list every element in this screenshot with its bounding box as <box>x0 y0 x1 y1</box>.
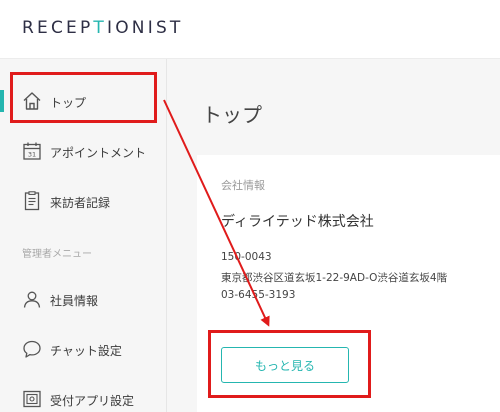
phone-number: 03-6455-3193 <box>221 289 296 301</box>
company-name: ディライテッド株式会社 <box>221 214 374 230</box>
postal-code: 150-0043 <box>221 251 272 263</box>
sidebar-item-label: 社員情報 <box>50 294 99 308</box>
svg-text:31: 31 <box>28 151 36 159</box>
chat-bubble-icon <box>23 340 41 358</box>
sidebar-item-appointment[interactable]: 31 アポイントメント <box>0 137 166 167</box>
sidebar-item-reception-app-settings[interactable]: 受付アプリ設定 <box>0 385 166 412</box>
admin-menu-section-label: 管理者メニュー <box>22 249 92 260</box>
sidebar-item-visitor-log[interactable]: 来訪者記録 <box>0 187 166 217</box>
logo-text-accent: T <box>93 18 108 38</box>
sidebar-item-top[interactable]: トップ <box>0 87 166 117</box>
company-info-card: 会社情報 ディライテッド株式会社 150-0043 東京都渋谷区道玄坂1-22-… <box>197 155 500 412</box>
logo-text-part3: IONIST <box>107 18 184 38</box>
sidebar-item-label: 受付アプリ設定 <box>50 394 135 408</box>
sidebar-item-chat-settings[interactable]: チャット設定 <box>0 335 166 365</box>
logo-text-part1: RECEP <box>22 18 94 38</box>
sidebar-item-label: チャット設定 <box>50 344 122 358</box>
sidebar-item-label: アポイントメント <box>50 146 147 160</box>
document-list-icon <box>24 191 40 211</box>
main-content: トップ 会社情報 ディライテッド株式会社 150-0043 東京都渋谷区道玄坂1… <box>167 59 500 412</box>
app-settings-icon <box>23 390 41 408</box>
page-title: トップ <box>202 103 262 127</box>
app-window: RECEPTIONIST トップ 31 アポイントメント 来訪者記録 管理者メニ… <box>0 0 500 412</box>
card-label: 会社情報 <box>221 179 265 192</box>
sidebar-item-label: トップ <box>50 96 87 110</box>
sidebar-item-employees[interactable]: 社員情報 <box>0 285 166 315</box>
user-icon <box>23 291 41 308</box>
header: RECEPTIONIST <box>0 0 500 59</box>
sidebar: トップ 31 アポイントメント 来訪者記録 管理者メニュー 社員情報 チャット設… <box>0 59 167 412</box>
logo[interactable]: RECEPTIONIST <box>22 18 184 38</box>
calendar-icon: 31 <box>23 142 41 160</box>
sidebar-item-label: 来訪者記録 <box>50 196 111 210</box>
home-icon <box>23 92 41 110</box>
address: 東京都渋谷区道玄坂1-22-9AD-O渋谷道玄坂4階 <box>221 272 448 284</box>
see-more-button[interactable]: もっと見る <box>221 347 349 383</box>
